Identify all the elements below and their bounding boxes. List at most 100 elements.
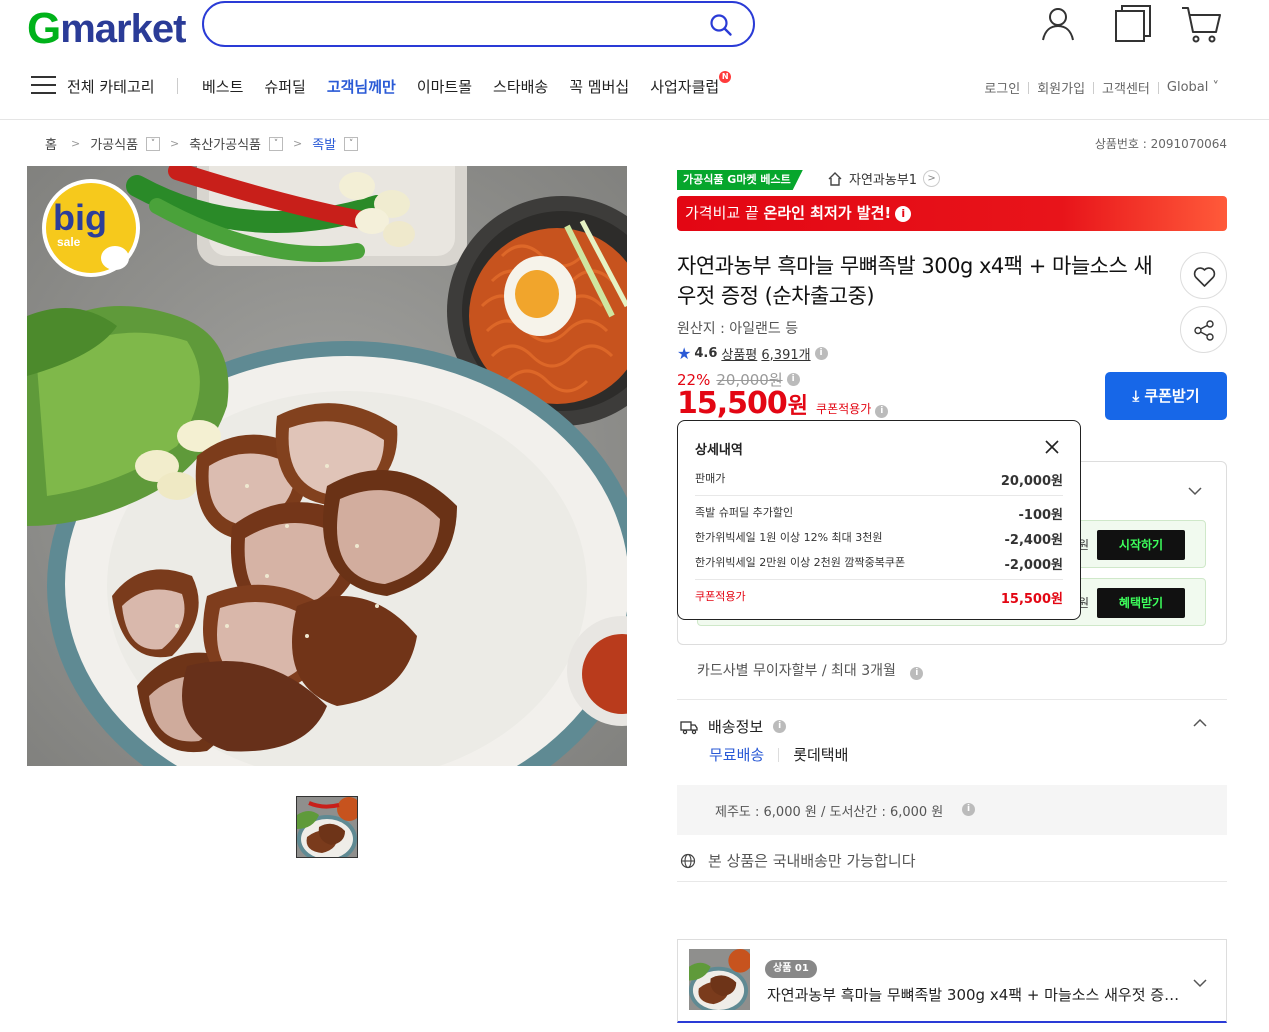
popup-row-discount: 족발 슈퍼딜 추가할인 -100원: [695, 504, 1063, 523]
all-categories-link[interactable]: 전체 카테고리: [67, 76, 155, 97]
chevron-down-icon[interactable]: ˅: [269, 136, 284, 151]
nav-item-best[interactable]: 베스트: [202, 76, 243, 97]
nav-item-emart[interactable]: 이마트몰: [417, 76, 472, 97]
share-icon: [1194, 320, 1214, 341]
product-title: 자연과농부 흑마늘 무뼈족발 300g x4팩 + 마늘소스 새우젓 증정 (순…: [677, 254, 1153, 308]
shipping-header: 배송정보 i: [680, 716, 787, 737]
popup-row-label: 쿠폰적용가: [695, 590, 746, 603]
nav-item-superdeal[interactable]: 슈퍼딜: [264, 76, 305, 97]
card-installment-info: 카드사별 무이자할부 / 최대 3개월 i: [697, 660, 924, 680]
global-link[interactable]: Global ˅: [1159, 80, 1227, 95]
breadcrumb-meat-processed[interactable]: 축산가공식품: [189, 134, 261, 153]
chevron-up-icon[interactable]: [1193, 716, 1207, 730]
breadcrumb-jokbal[interactable]: 족발: [312, 134, 336, 153]
header-divider: [0, 119, 1269, 120]
main-nav: 전체 카테고리 베스트 슈퍼딜 고객님께만 이마트몰 스타배송 꼭 멤버십 사업…: [0, 68, 1269, 102]
breadcrumb: 홈 > 가공식품 ˅ > 축산가공식품 ˅ > 족발 ˅: [45, 134, 359, 153]
breadcrumb-arrow-icon: >: [70, 137, 81, 150]
heart-icon: [1193, 267, 1216, 287]
user-icon[interactable]: [1036, 2, 1080, 46]
popup-title: 상세내역: [695, 443, 743, 458]
logo-g: G: [27, 4, 61, 53]
gmarket-logo[interactable]: Gmarket: [27, 4, 186, 54]
login-link[interactable]: 로그인: [976, 78, 1028, 97]
price-detail-popup: 상세내역 판매가 20,000원 족발 슈퍼딜 추가할인 -100원 한가위빅세…: [677, 420, 1081, 620]
popup-row-label: 족발 슈퍼딜 추가할인: [695, 506, 794, 519]
chevron-down-icon[interactable]: ˅: [146, 136, 161, 151]
rating-summary: ★ 4.6 상품평 6,391개 i: [677, 344, 828, 363]
breadcrumb-processed-food[interactable]: 가공식품: [90, 134, 138, 153]
info-icon[interactable]: i: [910, 667, 924, 680]
chevron-right-icon: >: [923, 170, 941, 187]
recent-items-icon[interactable]: [1111, 2, 1155, 46]
info-icon[interactable]: i: [814, 347, 828, 360]
info-icon[interactable]: i: [875, 405, 889, 418]
jokbal-food-illustration: big sale: [27, 166, 627, 766]
info-icon[interactable]: i: [962, 803, 975, 816]
popup-row-label: 한가위빅세일 1원 이상 12% 최대 3천원: [695, 531, 883, 544]
popup-row-discount: 한가위빅세일 2만원 이상 2천원 깜짝중복쿠폰 -2,000원: [695, 554, 1063, 573]
search-icon[interactable]: [709, 13, 733, 37]
nav-item-star-delivery[interactable]: 스타배송: [493, 76, 548, 97]
free-shipping-label: 무료배송: [709, 746, 765, 764]
new-badge: N: [719, 71, 732, 83]
best-badge[interactable]: 가공식품 G마켓 베스트: [677, 170, 803, 190]
home-icon: [828, 171, 842, 186]
customer-center-link[interactable]: 고객센터: [1094, 78, 1158, 97]
hamburger-menu-icon[interactable]: [31, 76, 56, 96]
chevron-down-icon[interactable]: [1193, 976, 1207, 990]
divider: [677, 881, 1227, 882]
close-icon[interactable]: [1044, 439, 1060, 455]
product-thumbnail[interactable]: [296, 796, 358, 858]
card-installment-text: 카드사별 무이자할부 / 최대 3개월: [697, 663, 896, 679]
util-links: 로그인 회원가입 고객센터 Global ˅: [976, 78, 1227, 97]
nav-item-membership[interactable]: 꼭 멤버십: [569, 76, 629, 97]
carrier-name: 롯데택배: [793, 746, 849, 764]
cart-icon[interactable]: [1180, 2, 1224, 46]
banner-text-b: 온라인 최저가 발견!: [763, 204, 892, 222]
popup-row-value: -2,400원: [1004, 533, 1063, 548]
option-name: 자연과농부 흑마늘 무뼈족발 300g x4팩 + 마늘소스 새우젓 증정 (순…: [767, 986, 1187, 1004]
get-benefit-button[interactable]: 혜택받기: [1097, 588, 1185, 618]
shipping-title: 배송정보: [708, 718, 764, 736]
divider: [677, 699, 1227, 700]
popup-row-label: 판매가: [695, 472, 726, 485]
popup-row-label: 한가위빅세일 2만원 이상 2천원 깜짝중복쿠폰: [695, 556, 906, 569]
nav-item-for-you[interactable]: 고객님께만: [327, 76, 396, 97]
nav-item-business-club[interactable]: 사업자클럽 N: [650, 71, 732, 97]
popup-row-value: -2,000원: [1004, 558, 1063, 573]
review-label[interactable]: 상품평: [721, 344, 757, 363]
start-button[interactable]: 시작하기: [1097, 530, 1185, 560]
lowest-price-banner[interactable]: 가격비교 끝 온라인 최저가 발견! i: [677, 196, 1227, 231]
seller-name: 자연과농부1: [849, 173, 918, 188]
star-icon: ★: [677, 344, 692, 363]
info-icon[interactable]: i: [895, 206, 912, 222]
coupon-price-label: 쿠폰적용가: [816, 402, 872, 416]
popup-row-value: 15,500원: [1000, 592, 1063, 607]
breadcrumb-arrow-icon: >: [170, 137, 180, 150]
info-icon[interactable]: i: [773, 720, 787, 733]
sale-price-currency: 원: [787, 394, 809, 419]
popup-row-total: 쿠폰적용가 15,500원: [695, 588, 1063, 607]
nav-item-business-club-label: 사업자클럽: [650, 78, 720, 96]
review-count[interactable]: 6,391개: [761, 344, 810, 363]
big-sale-text: big: [53, 197, 107, 238]
share-button[interactable]: [1180, 306, 1227, 353]
wishlist-button[interactable]: [1180, 252, 1227, 299]
nav-menu: 베스트 슈퍼딜 고객님께만 이마트몰 스타배송 꼭 멤버십 사업자클럽 N: [202, 71, 732, 97]
popup-row-value: -100원: [1018, 508, 1064, 523]
get-coupon-button[interactable]: ⤓ 쿠폰받기: [1105, 372, 1227, 420]
search-input[interactable]: [202, 1, 755, 47]
chevron-down-icon[interactable]: ˅: [344, 136, 359, 151]
sale-price-number: 15,500: [677, 386, 788, 421]
chevron-down-icon[interactable]: [1188, 484, 1202, 498]
extra-shipping-text: 제주도 : 6,000 원 / 도서산간 : 6,000 원: [715, 805, 944, 820]
signup-link[interactable]: 회원가입: [1029, 78, 1093, 97]
logo-text: market: [60, 6, 186, 51]
big-sale-subtext: sale: [57, 235, 81, 249]
selected-option-card[interactable]: 상품 01 자연과농부 흑마늘 무뼈족발 300g x4팩 + 마늘소스 새우젓…: [677, 939, 1227, 1023]
breadcrumb-home[interactable]: 홈: [45, 134, 57, 153]
info-icon[interactable]: i: [786, 373, 800, 386]
seller-shop-link[interactable]: 자연과농부1 >: [827, 169, 941, 188]
product-number: 상품번호 : 2091070064: [1094, 137, 1227, 151]
